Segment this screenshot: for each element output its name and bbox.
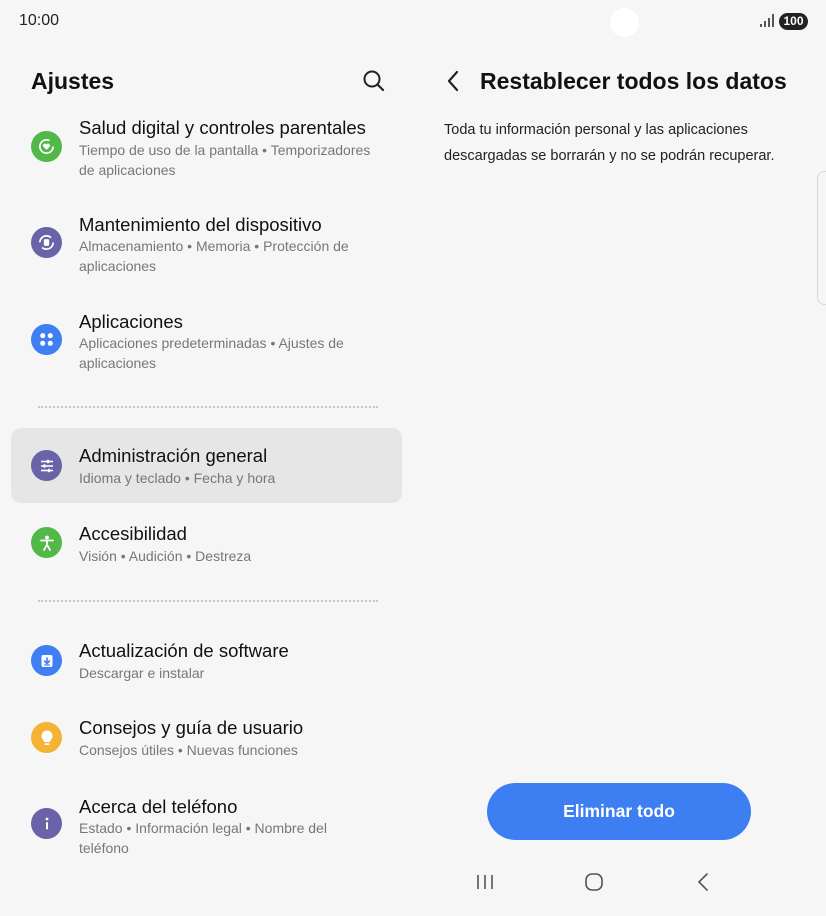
section-divider <box>38 600 378 602</box>
settings-item-subtitle: Aplicaciones predeterminadas • Ajustes d… <box>79 335 344 371</box>
settings-item-title: Actualización de software <box>79 640 289 661</box>
battery-badge: 100 <box>779 13 808 30</box>
lightbulb-icon <box>31 722 62 753</box>
home-button[interactable] <box>583 872 605 897</box>
device-care-icon <box>31 227 62 258</box>
settings-item-general-management[interactable]: Administración general Idioma y teclado … <box>11 428 402 503</box>
back-icon <box>698 873 708 891</box>
settings-item-tips[interactable]: Consejos y guía de usuario Consejos útil… <box>11 715 402 765</box>
apps-icon <box>31 324 62 355</box>
status-bar: 10:00 100 <box>0 0 826 44</box>
settings-item-title: Administración general <box>79 445 268 466</box>
chevron-left-icon <box>447 70 459 92</box>
section-divider <box>38 406 378 408</box>
settings-item-apps[interactable]: Aplicaciones Aplicaciones predeterminada… <box>11 307 402 377</box>
nav-back-button[interactable] <box>693 872 715 897</box>
settings-item-subtitle: Visión • Audición • Destreza <box>79 548 252 564</box>
signal-icon <box>760 14 774 32</box>
accessibility-icon <box>31 527 62 558</box>
home-icon <box>585 873 603 891</box>
detail-pane: Restablecer todos los datos Toda tu info… <box>412 44 826 916</box>
settings-item-subtitle: Idioma y teclado • Fecha y hora <box>79 470 276 486</box>
settings-item-title: Mantenimiento del dispositivo <box>79 214 322 235</box>
settings-item-device-care[interactable]: Mantenimiento del dispositivo Almacenami… <box>11 210 402 280</box>
settings-item-software-update[interactable]: Actualización de software Descargar e in… <box>11 638 402 688</box>
settings-item-title: Accesibilidad <box>79 523 187 544</box>
settings-list-pane: Ajustes Salud digital y controles parent… <box>0 44 412 916</box>
back-button[interactable] <box>442 68 464 94</box>
recent-apps-icon <box>477 875 493 889</box>
detail-title: Restablecer todos los datos <box>480 68 787 94</box>
search-icon <box>363 70 385 92</box>
settings-item-subtitle: Consejos útiles • Nuevas funciones <box>79 742 298 758</box>
settings-item-title: Salud digital y controles parentales <box>79 117 366 138</box>
info-icon <box>31 808 62 839</box>
settings-item-subtitle: Tiempo de uso de la pantalla • Temporiza… <box>79 142 371 178</box>
settings-item-about-phone[interactable]: Acerca del teléfono Estado • Información… <box>11 792 402 862</box>
settings-item-title: Acerca del teléfono <box>79 796 238 817</box>
page-title: Ajustes <box>31 68 115 94</box>
search-button[interactable] <box>359 66 389 96</box>
settings-item-subtitle: Descargar e instalar <box>79 665 205 681</box>
settings-item-subtitle: Estado • Información legal • Nombre del … <box>79 820 327 856</box>
sliders-icon <box>31 450 62 481</box>
settings-item-digital-wellbeing[interactable]: Salud digital y controles parentales Tie… <box>11 114 402 184</box>
download-icon <box>31 645 62 676</box>
digital-wellbeing-icon <box>31 131 62 162</box>
status-time: 10:00 <box>19 12 60 29</box>
settings-item-accessibility[interactable]: Accesibilidad Visión • Audición • Destre… <box>11 521 402 571</box>
settings-item-subtitle: Almacenamiento • Memoria • Protección de… <box>79 238 349 274</box>
camera-cutout <box>610 8 639 37</box>
settings-item-title: Aplicaciones <box>79 311 183 332</box>
settings-item-title: Consejos y guía de usuario <box>79 717 304 738</box>
edge-panel-handle[interactable] <box>817 171 826 305</box>
reset-description: Toda tu información personal y las aplic… <box>444 122 775 164</box>
recent-apps-button[interactable] <box>474 872 496 897</box>
delete-all-button[interactable]: Eliminar todo <box>487 783 751 840</box>
